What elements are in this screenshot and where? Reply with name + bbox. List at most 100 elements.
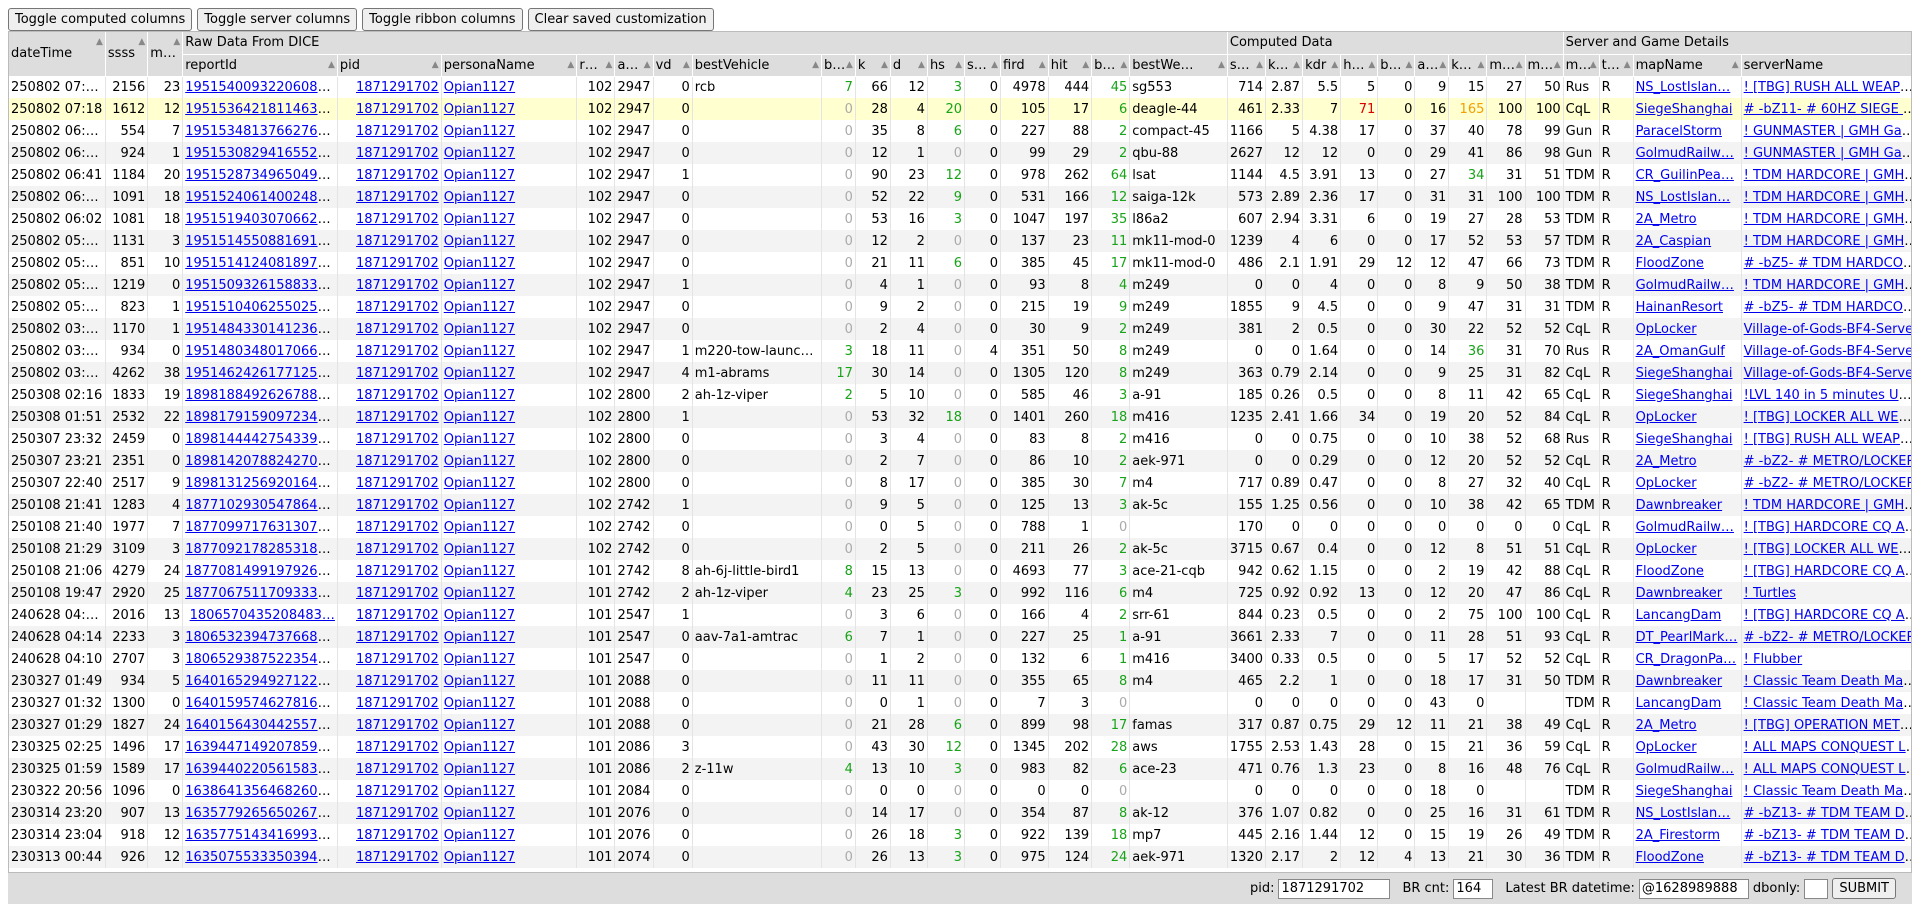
cell-link-pid[interactable]: 1871291702 — [356, 652, 439, 667]
cell-link-mapname[interactable]: CR_GuilinPea… — [1636, 168, 1734, 183]
cell-link-pid[interactable]: 1871291702 — [356, 520, 439, 535]
cell-link-mapname[interactable]: OpLocker — [1636, 476, 1697, 491]
cell-link-mapname[interactable]: OpLocker — [1636, 410, 1697, 425]
cell-link-servername[interactable]: # -bZ13- # TDM TEAM DEATH — [1744, 806, 1911, 821]
cell-link-servername[interactable]: ! ALL MAPS CONQUEST LARGE — [1744, 762, 1911, 777]
cell-link-mapname[interactable]: FloodZone — [1636, 256, 1704, 271]
cell-link-reportid[interactable]: 1951484330141236032 — [185, 322, 336, 337]
cell-link-personaname[interactable]: Opian1127 — [444, 212, 515, 227]
cell-link-personaname[interactable]: Opian1127 — [444, 586, 515, 601]
cell-link-personaname[interactable]: Opian1127 — [444, 498, 515, 513]
cell-link-pid[interactable]: 1871291702 — [356, 344, 439, 359]
cell-link-servername[interactable]: Village-of-Gods-BF4-Server — [1744, 322, 1911, 337]
toggle-computed-columns-button[interactable]: Toggle computed columns — [8, 8, 193, 31]
col-header-bvk[interactable]: bvk ▲ — [821, 54, 856, 77]
cell-link-pid[interactable]: 1871291702 — [356, 674, 439, 689]
cell-link-reportid[interactable]: 1951524061400248896 — [185, 190, 336, 205]
cell-link-mapname[interactable]: 2A_Metro — [1636, 212, 1697, 227]
col-header-personaname[interactable]: personaName ▲ — [441, 54, 578, 77]
cell-link-servername[interactable]: # -bZ5- # TDM HARDCORE — [1744, 300, 1911, 315]
cell-link-reportid[interactable]: 1951480348017066816 — [185, 344, 336, 359]
table-row[interactable]: 240628 04:14 2233 3 1806532394737668160 1871… — [9, 626, 1911, 648]
cell-link-reportid[interactable]: 1951510406255025856 — [185, 300, 336, 315]
cell-link-pid[interactable]: 1871291702 — [356, 762, 439, 777]
cell-link-pid[interactable]: 1871291702 — [356, 146, 439, 161]
col-header-fird[interactable]: fird ▲ — [1000, 54, 1049, 77]
cell-link-personaname[interactable]: Opian1127 — [444, 630, 515, 645]
table-row[interactable]: 250307 22:40 2517 9 1898131256920164800 1871… — [9, 472, 1911, 494]
cell-link-reportid[interactable]: 1951514550881691712 — [185, 234, 336, 249]
cell-link-mapname[interactable]: FloodZone — [1636, 850, 1704, 865]
cell-link-mapname[interactable]: 2A_Metro — [1636, 718, 1697, 733]
cell-link-reportid[interactable]: 1951534813766276672 — [185, 124, 336, 139]
cell-link-reportid[interactable]: 1877092178285318016 — [185, 542, 336, 557]
cell-link-pid[interactable]: 1871291702 — [356, 718, 439, 733]
cell-link-personaname[interactable]: Opian1127 — [444, 762, 515, 777]
brcnt-input[interactable] — [1453, 878, 1494, 899]
cell-link-reportid[interactable]: 1951509326158833728 — [185, 278, 336, 293]
cell-link-mapname[interactable]: OpLocker — [1636, 322, 1697, 337]
col-header-hit[interactable]: hit ▲ — [1048, 54, 1093, 77]
cell-link-pid[interactable]: 1871291702 — [356, 278, 439, 293]
table-row[interactable]: 250108 21:29 3109 3 1877092178285318016 1871… — [9, 538, 1911, 560]
cell-link-reportid[interactable]: 1635779265650267840 — [185, 806, 336, 821]
cell-link-mapname[interactable]: GolmudRailw… — [1636, 520, 1734, 535]
cell-link-servername[interactable]: ! TDM HARDCORE | GMH Gaming — [1744, 234, 1911, 249]
cell-link-reportid[interactable]: 1951519403070662720 — [185, 212, 336, 227]
table-row[interactable]: 230325 02:25 1496 17 1639447149207859008 187… — [9, 736, 1911, 758]
cell-link-pid[interactable]: 1871291702 — [356, 542, 439, 557]
cell-link-personaname[interactable]: Opian1127 — [444, 278, 515, 293]
cell-link-pid[interactable]: 1871291702 — [356, 190, 439, 205]
cell-link-pid[interactable]: 1871291702 — [356, 630, 439, 645]
cell-link-personaname[interactable]: Opian1127 — [444, 784, 515, 799]
table-row[interactable]: 230327 01:29 1827 24 1640156430442557056 187… — [9, 714, 1911, 736]
col-header-bestweapon[interactable]: bestWe… ▲ — [1129, 54, 1228, 77]
cell-link-reportid[interactable]: 1951514124081897152 — [185, 256, 336, 271]
latest-br-input[interactable] — [1638, 878, 1749, 899]
cell-link-pid[interactable]: 1871291702 — [356, 410, 439, 425]
table-row[interactable]: 250802 03:… 4262 38 1951462426177125184 1871… — [9, 362, 1911, 384]
cell-link-servername[interactable]: ! [TBG] RUSH ALL WEAPONS — [1744, 432, 1911, 447]
cell-link-reportid[interactable]: 1951528734965049408 — [185, 168, 336, 183]
table-row[interactable]: 250802 06:02 1081 18 1951519403070662720 187… — [9, 208, 1911, 230]
toggle-ribbon-columns-button[interactable]: Toggle ribbon columns — [362, 8, 523, 31]
cell-link-personaname[interactable]: Opian1127 — [444, 652, 515, 667]
cell-link-servername[interactable]: # -bZ11- # 60HZ SIEGE 24/7 — [1744, 102, 1911, 117]
cell-link-servername[interactable]: ! ALL MAPS CONQUEST LARGE — [1744, 740, 1911, 755]
cell-link-servername[interactable]: !LVL 140 in 5 minutes UNLOCKS — [1744, 388, 1911, 403]
cell-link-pid[interactable]: 1871291702 — [356, 432, 439, 447]
table-row[interactable]: 230314 23:04 918 12 1635775143416993472 1871… — [9, 824, 1911, 846]
cell-link-personaname[interactable]: Opian1127 — [444, 608, 515, 623]
cell-link-servername[interactable]: Village-of-Gods-BF4-Server — [1744, 366, 1911, 381]
table-row[interactable]: 250802 06:… 554 7 1951534813766276672 187129… — [9, 120, 1911, 142]
cell-link-personaname[interactable]: Opian1127 — [444, 432, 515, 447]
col-header-min[interactable]: min ▲ — [147, 32, 184, 77]
cell-link-mapname[interactable]: SiegeShanghai — [1636, 366, 1733, 381]
cell-link-personaname[interactable]: Opian1127 — [444, 718, 515, 733]
cell-link-pid[interactable]: 1871291702 — [356, 212, 439, 227]
cell-link-reportid[interactable]: 1877081499197926656 — [185, 564, 336, 579]
cell-link-servername[interactable]: Village-of-Gods-BF4-Server — [1744, 344, 1911, 359]
table-row[interactable]: 240628 04:… 2016 13 1806570435208483… 187129… — [9, 604, 1911, 626]
cell-link-reportid[interactable]: 1638641356468260480 — [185, 784, 336, 799]
cell-link-servername[interactable]: # -bZ13- # TDM TEAM DEATH — [1744, 850, 1911, 865]
cell-link-mapname[interactable]: NS_LostIslan… — [1636, 80, 1731, 95]
cell-link-personaname[interactable]: Opian1127 — [444, 80, 515, 95]
cell-link-personaname[interactable]: Opian1127 — [444, 168, 515, 183]
cell-link-pid[interactable]: 1871291702 — [356, 168, 439, 183]
cell-link-personaname[interactable]: Opian1127 — [444, 300, 515, 315]
cell-link-servername[interactable]: ! [TBG] OPERATION METRO — [1744, 718, 1911, 733]
cell-link-mapname[interactable]: SiegeShanghai — [1636, 784, 1733, 799]
cell-link-reportid[interactable]: 1640165294927122048 — [185, 674, 336, 689]
col-header-d[interactable]: d ▲ — [890, 54, 928, 77]
cell-link-personaname[interactable]: Opian1127 — [444, 828, 515, 843]
col-header-datetime[interactable]: dateTime ▲ — [9, 32, 106, 77]
dbonly-input[interactable] — [1804, 878, 1829, 899]
cell-link-reportid[interactable]: 1877099717631307008 — [185, 520, 336, 535]
cell-link-servername[interactable]: ! Turtles — [1744, 586, 1796, 601]
cell-link-mapname[interactable]: GolmudRailw… — [1636, 762, 1734, 777]
cell-link-reportid[interactable]: 1951540093220608064 — [185, 80, 336, 95]
table-row[interactable]: 230322 20:56 1096 0 1638641356468260480 1871… — [9, 780, 1911, 802]
cell-link-personaname[interactable]: Opian1127 — [444, 190, 515, 205]
cell-link-mapname[interactable]: DT_PearlMark… — [1636, 630, 1738, 645]
